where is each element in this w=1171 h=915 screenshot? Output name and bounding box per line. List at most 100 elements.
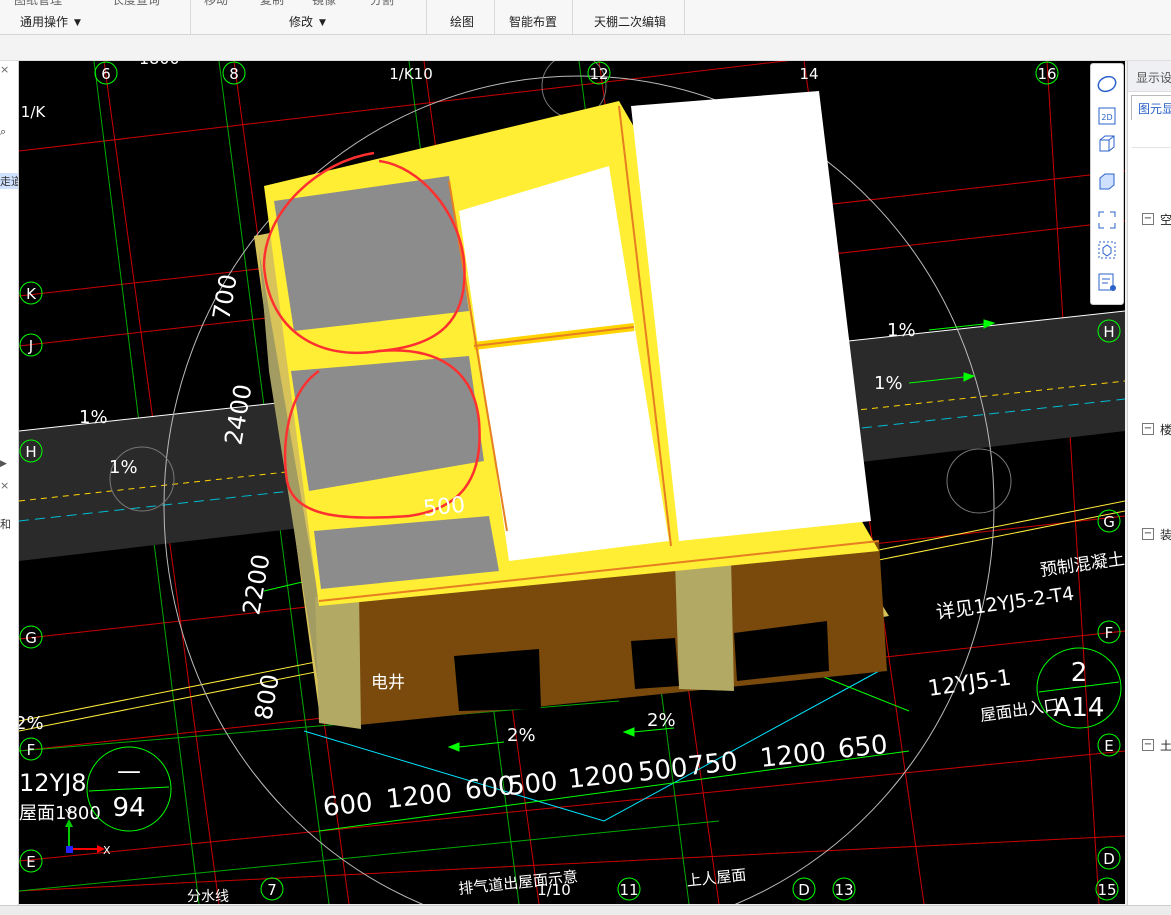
cad-canvas[interactable]: 6 8 1/K10 12 14 16 7 1/10 11 D 13 15 1/K… <box>19 61 1125 904</box>
dimension-text: 500 <box>422 493 466 522</box>
ribbon-toolbar: 图纸管理 长度查询 通用操作 ▼ 移动 复制 镜像 分割 修改 ▼ 绘图 智能布… <box>0 0 1171 35</box>
section-label: 空 <box>1160 213 1171 227</box>
cad-viewport[interactable]: 6 8 1/K10 12 14 16 7 1/10 11 D 13 15 1/K… <box>19 61 1125 904</box>
detail-bubble-right: 2 A14 <box>1036 647 1122 729</box>
dimension-text: 2200 <box>237 552 275 617</box>
left-panel-item-and: 和 <box>0 518 11 531</box>
label-electric-well: 电井 <box>371 673 405 693</box>
axis-label-top: 1/K10 <box>389 65 433 83</box>
chevron-right-icon[interactable]: ▶ <box>0 459 7 469</box>
panel-title: 显示设置 <box>1136 71 1171 85</box>
axis-label-top: 16 <box>1037 65 1056 83</box>
label-detail-ref: 详见12YJ5-2-T4 <box>935 583 1076 624</box>
ribbon-item-drawing-manage[interactable]: 图纸管理 <box>14 0 62 8</box>
ribbon-item-copy[interactable]: 复制 <box>260 0 284 8</box>
axis-label-top: 8 <box>229 65 239 83</box>
ribbon-item-length-query[interactable]: 长度查询 <box>112 0 160 8</box>
section-label: 楼 <box>1160 423 1171 437</box>
axis-label-top: 12 <box>589 65 608 83</box>
label-ref-left: 12YJ8 <box>19 769 87 797</box>
section-toggle[interactable]: − 空 <box>1142 211 1171 227</box>
tab-element-display[interactable]: 图元显示 <box>1131 95 1171 120</box>
label-divide-line: 分水线 <box>187 889 229 904</box>
ribbon-item-mirror[interactable]: 镜像 <box>312 0 336 8</box>
close-icon[interactable]: × <box>0 479 9 492</box>
axis-label-bottom: 11 <box>619 881 638 899</box>
divider <box>1132 147 1171 148</box>
bottom-dimensions: 600 1200 600 500 1200 500 750 1200 650 <box>322 730 890 823</box>
axis-label-left: G <box>25 629 37 647</box>
detail-number: — <box>117 757 141 785</box>
close-icon[interactable]: × <box>0 63 9 76</box>
pillar <box>315 593 361 729</box>
axis-label-left: J <box>28 337 33 355</box>
collapse-icon[interactable]: − <box>1142 528 1154 540</box>
slope-text: 2% <box>507 725 536 746</box>
chevron-down-icon[interactable]: ▼ <box>319 18 326 28</box>
ribbon-group-label-common[interactable]: 通用操作 <box>20 13 68 30</box>
dimension-text: 500 <box>637 753 690 788</box>
ucs-x-label: X <box>103 844 111 857</box>
circle-marker <box>946 448 1012 514</box>
axis-label-left: E <box>26 853 35 871</box>
toolbar-strip <box>0 35 1171 61</box>
axis-label-left: 1/K <box>21 103 47 121</box>
dimension-text: 800 <box>249 672 285 722</box>
fullscreen-icon[interactable] <box>1095 208 1119 232</box>
label-top-partial: 1800 <box>139 61 180 68</box>
2d-icon[interactable]: 2D <box>1095 104 1119 128</box>
dimension-text: 750 <box>687 747 740 782</box>
axis-label-right: G <box>1103 513 1115 531</box>
slope-text: 1% <box>109 457 138 478</box>
slope-text: 2% <box>19 713 44 734</box>
tab-label: 图元显示 <box>1138 102 1171 116</box>
opening <box>454 649 541 711</box>
svg-text:2D: 2D <box>1101 113 1112 122</box>
dimension-text: 1200 <box>385 778 454 815</box>
building-3d[interactable] <box>254 91 889 729</box>
box-3d-icon[interactable] <box>1095 132 1119 156</box>
chevron-down-icon[interactable]: ▼ <box>74 18 81 28</box>
dimension-text: 500 <box>507 767 560 802</box>
ribbon-group-label-modify[interactable]: 修改 <box>289 13 313 30</box>
ribbon-item-move[interactable]: 移动 <box>204 0 228 8</box>
axis-label-top: 14 <box>799 65 818 83</box>
axis-label-bottom: 7 <box>267 881 277 899</box>
detail-number: 2 <box>1071 658 1088 688</box>
search-icon[interactable]: ⌕ <box>0 125 6 139</box>
collapse-icon[interactable]: − <box>1142 739 1154 751</box>
dimension-text: 700 <box>207 272 243 322</box>
layer-display-icon[interactable] <box>1095 270 1119 294</box>
cube-icon[interactable] <box>1095 170 1119 194</box>
ribbon-group-label-draw[interactable]: 绘图 <box>450 13 474 30</box>
view-toolbar: 2D <box>1090 63 1124 305</box>
label-ref-code: 12YJ5-1 <box>926 666 1013 702</box>
section-toggle[interactable]: − 装 <box>1142 526 1171 542</box>
section-label: 装 <box>1160 528 1171 542</box>
collapse-icon[interactable]: − <box>1142 213 1154 225</box>
ribbon-group-label-smart-layout[interactable]: 智能布置 <box>509 13 557 30</box>
section-toggle[interactable]: − 土 <box>1142 737 1171 753</box>
axis-label-right: H <box>1103 323 1114 341</box>
ribbon-group-label-ceiling-edit[interactable]: 天棚二次编辑 <box>594 13 666 30</box>
collapse-icon[interactable]: − <box>1142 423 1154 435</box>
detail-sheet: A14 <box>1054 693 1105 723</box>
left-panel: × ⌕ 走道 ▶ × 和 <box>0 61 19 906</box>
left-panel-item-corridor[interactable]: 走道 <box>0 173 18 189</box>
slope-text: 1% <box>874 373 903 394</box>
panel-header: 显示设置 <box>1128 61 1171 92</box>
section-toggle[interactable]: − 楼 <box>1142 421 1171 437</box>
dimension-text: 650 <box>837 730 890 765</box>
ribbon-item-split[interactable]: 分割 <box>370 0 394 8</box>
ribbon-group-ceiling-edit: 天棚二次编辑 <box>572 0 685 34</box>
rotate-icon[interactable] <box>1095 238 1119 262</box>
ribbon-group-modify: 移动 复制 镜像 分割 修改 ▼ <box>190 0 427 34</box>
ucs-y-label: Y <box>64 807 72 820</box>
label-roof-left: 屋面1800 <box>19 803 101 824</box>
axis-label-bottom: 13 <box>834 881 853 899</box>
slope-text: 1% <box>887 320 916 341</box>
section-label: 土 <box>1160 739 1171 753</box>
axis-label-right: D <box>1103 850 1115 868</box>
perspective-icon[interactable] <box>1095 72 1119 96</box>
display-settings-panel: 显示设置 图元显示 −空 −楼 −装 −土 <box>1127 61 1171 906</box>
